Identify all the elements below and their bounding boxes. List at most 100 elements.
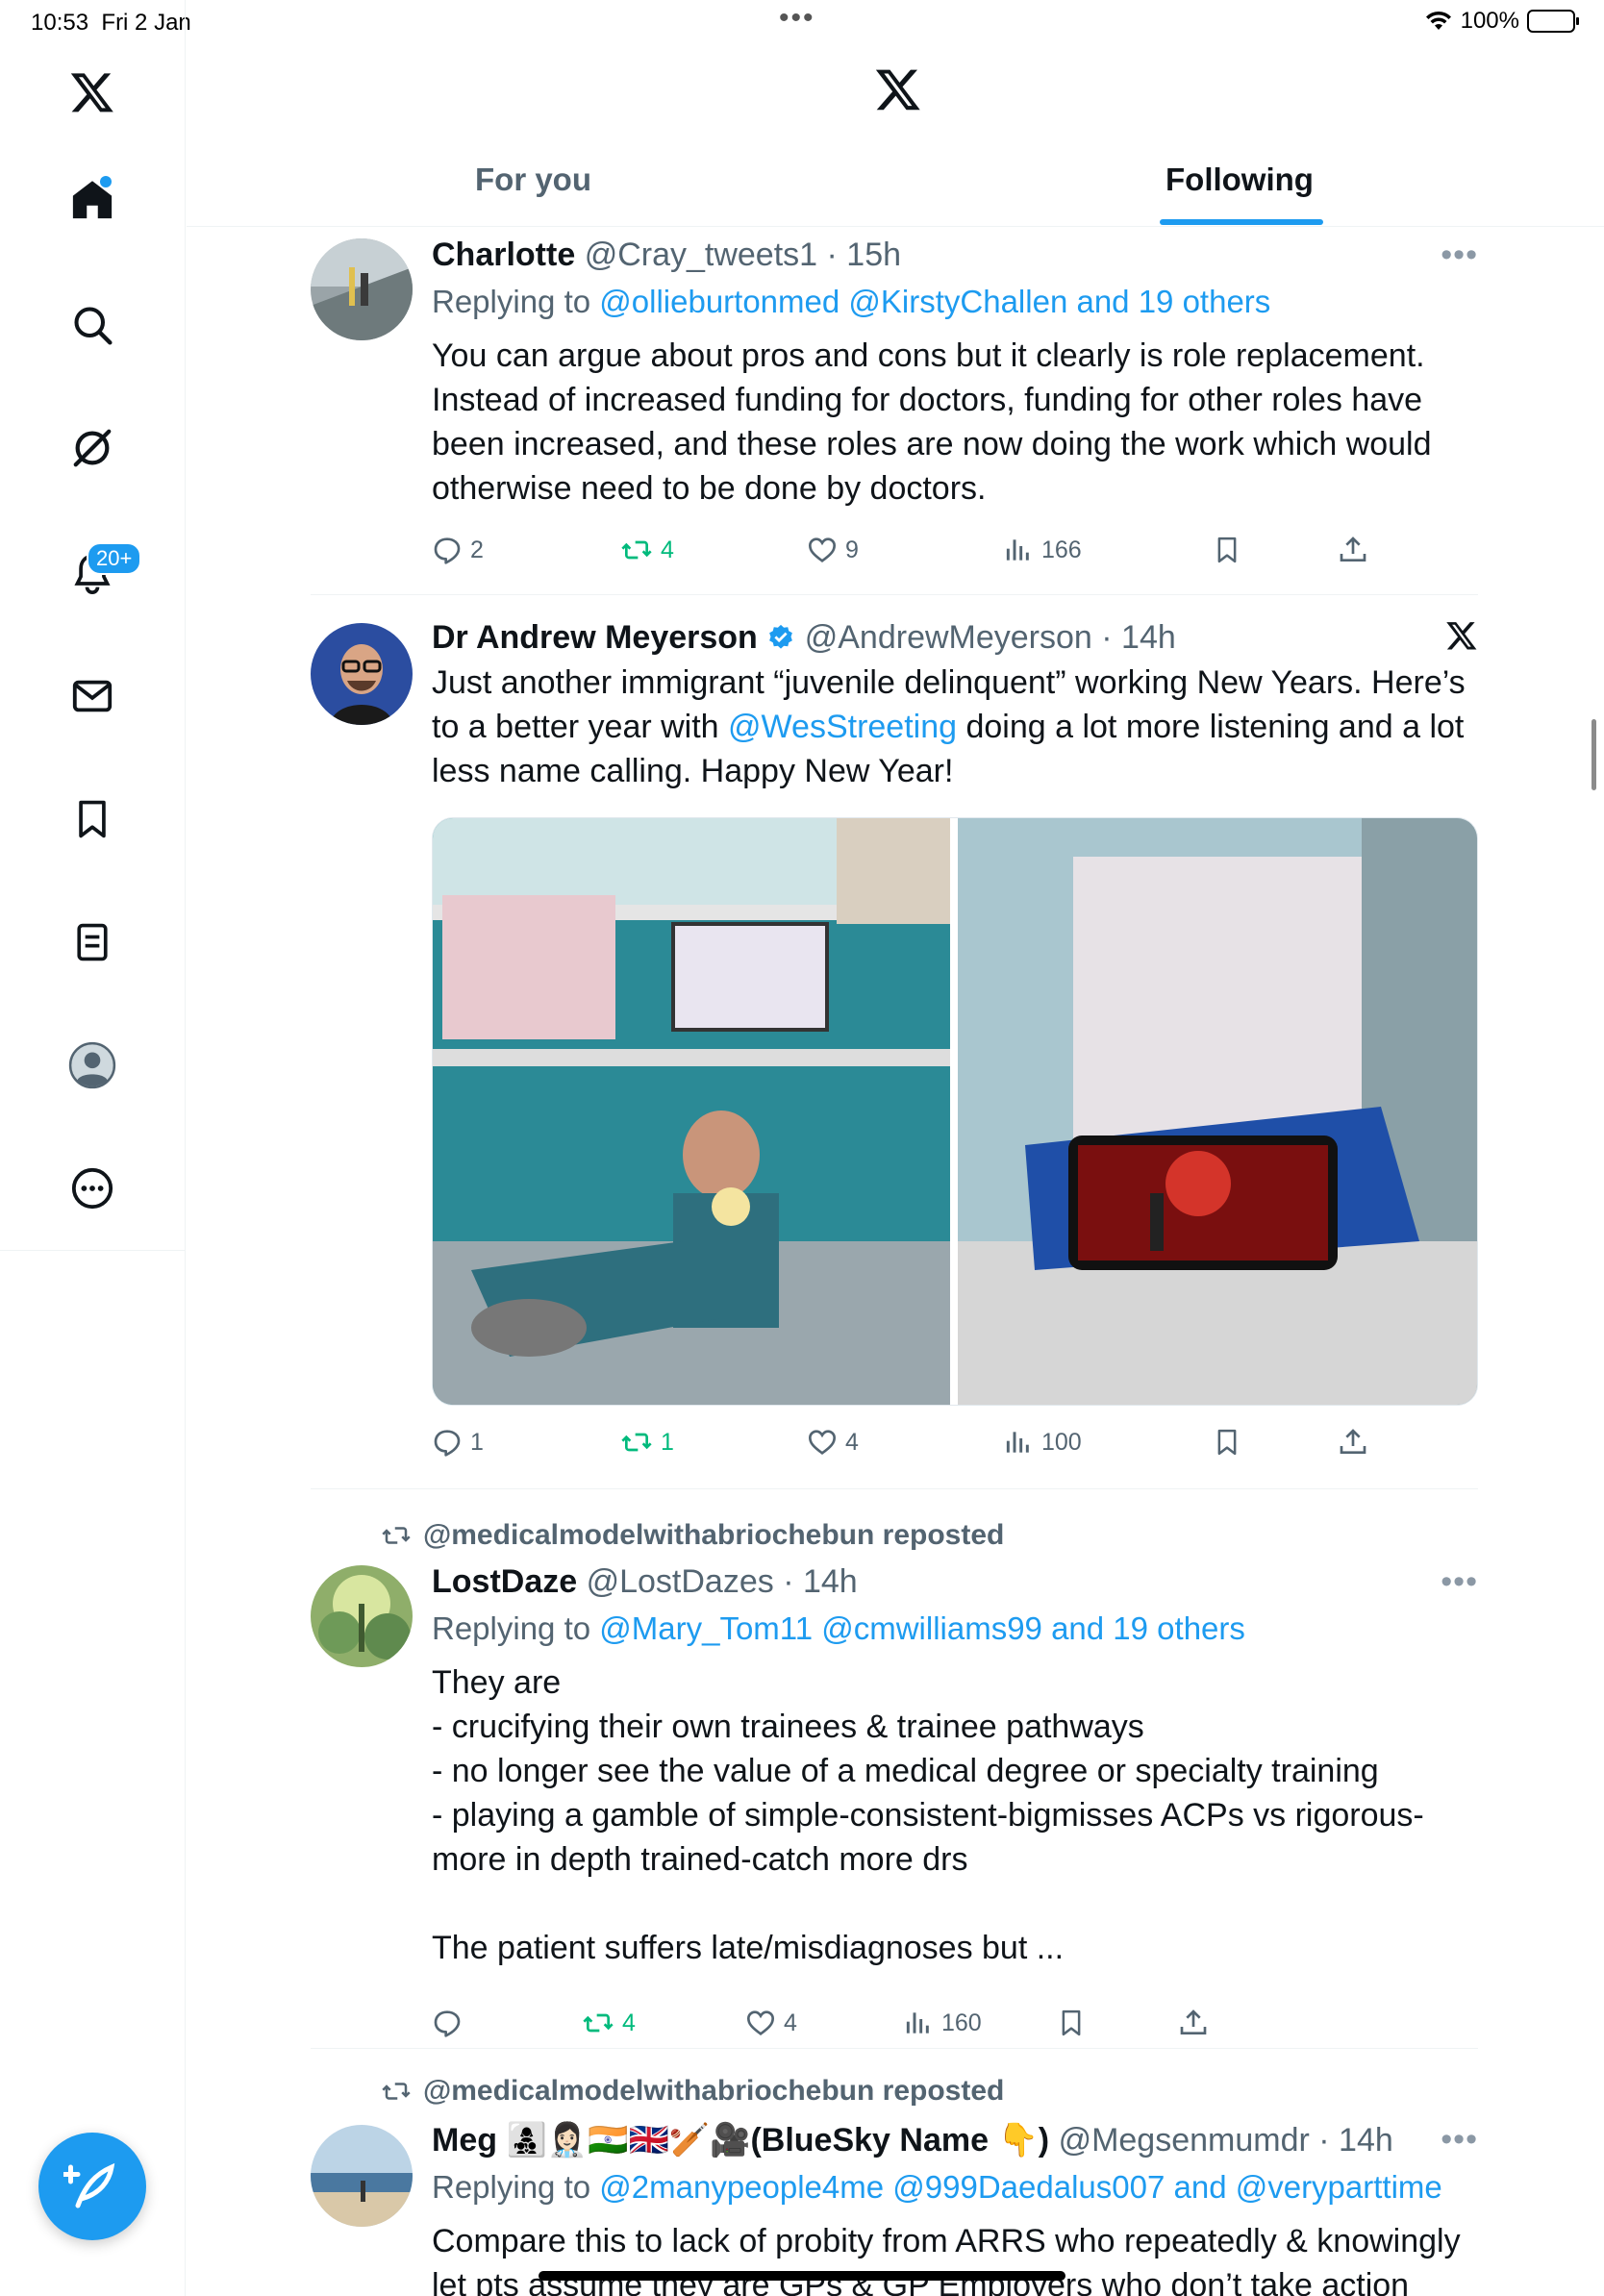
reply-icon [434, 537, 461, 564]
bookmark-icon [1217, 537, 1237, 563]
lists-icon[interactable] [63, 913, 121, 971]
repost-button[interactable]: 4 [582, 2004, 636, 2042]
avatar[interactable] [311, 623, 413, 725]
reposted-by[interactable]: @medicalmodelwithabriochebun reposted [381, 1519, 1004, 1552]
share-button[interactable] [1178, 2004, 1209, 2042]
more-options-icon[interactable]: ••• [1441, 2121, 1478, 2159]
tweet-time: · 15h [826, 237, 902, 273]
messages-icon[interactable] [63, 667, 121, 725]
bookmark-icon [1062, 2009, 1081, 2036]
media-image-1[interactable] [433, 818, 950, 1405]
author-handle[interactable]: @Cray_tweets1 [585, 237, 817, 273]
status-right: 100% [1424, 8, 1579, 35]
share-button[interactable] [1338, 531, 1368, 569]
bookmark-button[interactable] [1213, 1423, 1241, 1461]
tab-following[interactable]: Following [1165, 162, 1314, 227]
views-icon [1006, 539, 1029, 561]
tweet-time: · 14h [783, 1563, 858, 1600]
notifications-badge: 20+ [87, 542, 142, 575]
tweet-actions: 2 4 9 166 [432, 531, 1478, 569]
reply-button[interactable]: 1 [432, 1423, 484, 1461]
reply-button[interactable] [432, 2004, 470, 2042]
views-button[interactable]: 100 [1003, 1423, 1082, 1461]
tweet-time: · 14h [1318, 2122, 1393, 2159]
grok-icon[interactable] [63, 419, 121, 477]
avatar[interactable] [311, 1565, 413, 1667]
compose-post-icon [63, 2162, 115, 2209]
views-button[interactable]: 166 [1003, 531, 1082, 569]
author-name[interactable]: Charlotte [432, 237, 575, 273]
tab-for-you[interactable]: For you [475, 162, 591, 227]
bookmark-button[interactable] [1213, 531, 1241, 569]
replying-to: Replying to @Mary_Tom11 @cmwilliams99 an… [432, 1610, 1245, 1646]
repost-icon [382, 1527, 411, 1544]
tweet-text: You can argue about pros and cons but it… [432, 337, 1432, 507]
reply-button[interactable]: 2 [432, 531, 484, 569]
author-handle[interactable]: @LostDazes [587, 1563, 774, 1600]
tweet-actions: 1 1 4 100 [432, 1423, 1478, 1461]
compose-post-button[interactable] [38, 2133, 146, 2240]
bookmark-icon [1217, 1429, 1237, 1456]
x-logo-icon[interactable] [63, 63, 121, 121]
repost-icon [583, 2013, 614, 2033]
repost-button[interactable]: 4 [620, 531, 674, 569]
share-icon [1180, 2009, 1207, 2034]
share-icon [1340, 537, 1366, 562]
reposted-by[interactable]: @medicalmodelwithabriochebun reposted [381, 2075, 1004, 2108]
mention-link[interactable]: @WesStreeting [728, 709, 957, 745]
scrollbar[interactable] [1591, 719, 1596, 790]
like-button[interactable]: 4 [745, 2004, 797, 2042]
share-icon [1340, 1429, 1366, 1454]
tweet-media[interactable] [432, 817, 1478, 1406]
home-indicator[interactable] [539, 2271, 1065, 2281]
avatar[interactable] [311, 2125, 413, 2227]
tweet-divider [311, 594, 1478, 595]
tweet-time: · 14h [1101, 619, 1176, 656]
search-icon[interactable] [63, 296, 121, 354]
replying-to: Replying to @2manypeople4me @999Daedalus… [432, 2169, 1442, 2205]
more-icon[interactable] [63, 1160, 121, 1217]
x-logo-icon[interactable] [873, 65, 923, 118]
views-icon [1006, 1432, 1029, 1453]
author-name[interactable]: Meg 👩‍👧‍👦👩🏻‍⚕️🇮🇳🇬🇧🏏🎥(BlueSky Name 👇) [432, 2122, 1049, 2159]
multitasking-dots[interactable]: ••• [779, 2, 815, 35]
author-name[interactable]: LostDaze [432, 1563, 577, 1600]
views-icon [906, 2012, 929, 2034]
author-handle[interactable]: @Megsenmumdr [1059, 2122, 1310, 2159]
avatar[interactable] [311, 238, 413, 340]
tweet-header: LostDaze @LostDazes · 14h [432, 1563, 1478, 1601]
more-options-icon[interactable]: ••• [1441, 1563, 1478, 1601]
heart-icon [808, 1430, 837, 1455]
author-name[interactable]: Dr Andrew Meyerson [432, 619, 758, 656]
replying-to-links[interactable]: @2manypeople4me @999Daedalus007 and @ver… [599, 2169, 1442, 2205]
home-notification-dot [100, 176, 112, 187]
like-button[interactable]: 9 [807, 531, 859, 569]
sidebar: 20+ [0, 0, 186, 2296]
home-icon[interactable] [63, 171, 121, 229]
tweet-divider [311, 2048, 1478, 2049]
tweet-text: They are - crucifying their own trainees… [432, 1664, 1424, 1966]
reply-icon [434, 2010, 461, 2037]
replying-to-links[interactable]: @Mary_Tom11 @cmwilliams99 and 19 others [599, 1610, 1245, 1646]
repost-icon [621, 540, 652, 560]
bookmarks-icon[interactable] [63, 790, 121, 848]
tweet-header: Dr Andrew Meyerson @AndrewMeyerson · 14h [432, 619, 1478, 657]
share-button[interactable] [1338, 1423, 1368, 1461]
battery-icon [1527, 10, 1579, 33]
status-bar: 10:53 Fri 2 Jan ••• 100% [0, 0, 1604, 46]
sidebar-divider [0, 1250, 186, 1251]
x-grok-icon[interactable] [1445, 619, 1478, 661]
replying-to-links[interactable]: @ollieburtonmed @KirstyChallen and 19 ot… [599, 284, 1270, 319]
replying-to: Replying to @ollieburtonmed @KirstyChall… [432, 284, 1271, 319]
media-image-2[interactable] [958, 818, 1477, 1405]
repost-button[interactable]: 1 [620, 1423, 674, 1461]
more-options-icon[interactable]: ••• [1441, 237, 1478, 274]
tweet-text: Just another immigrant “juvenile delinqu… [432, 664, 1466, 789]
active-tab-indicator [1160, 219, 1323, 225]
views-button[interactable]: 160 [903, 2004, 982, 2042]
like-button[interactable]: 4 [807, 1423, 859, 1461]
profile-icon[interactable] [63, 1036, 121, 1094]
repost-icon [382, 2083, 411, 2100]
bookmark-button[interactable] [1057, 2004, 1086, 2042]
author-handle[interactable]: @AndrewMeyerson [805, 619, 1092, 656]
